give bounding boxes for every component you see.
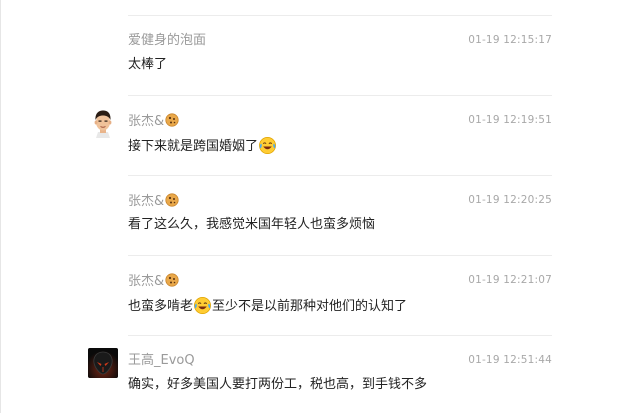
comment-timestamp: 01-19 12:21:07 xyxy=(468,274,552,286)
comment-username-text[interactable]: 张杰& xyxy=(128,114,164,129)
laughing-tears-emoji-icon xyxy=(194,297,211,314)
comment-username[interactable]: 张杰& xyxy=(128,193,179,210)
comment-item: 张杰& 01-19 12:19:51 接下来就是跨国婚姻了 xyxy=(0,96,625,176)
comment-username[interactable]: 爱健身的泡面 xyxy=(128,33,206,49)
comment-timestamp: 01-19 12:19:51 xyxy=(468,114,552,126)
comment-username-text[interactable]: 张杰& xyxy=(128,194,164,209)
comment-item: 爱健身的泡面 01-19 12:15:17 太棒了 xyxy=(0,16,625,96)
cookie-icon xyxy=(165,193,179,207)
comment-text-part: 至少不是以前那种对他们的认知了 xyxy=(212,299,408,314)
comment-timestamp: 01-19 12:15:17 xyxy=(468,34,552,46)
comment-username-text[interactable]: 张杰& xyxy=(128,274,164,289)
comment-text-part: 确实，好多美国人要打两份工，税也高，到手钱不多 xyxy=(128,377,428,392)
comment-username[interactable]: 王高_EvoQ xyxy=(128,353,195,369)
comment-username[interactable]: 张杰& xyxy=(128,273,179,290)
comment-text-part: 看了这么久，我感觉米国年轻人也蛮多烦恼 xyxy=(128,217,376,232)
comment-text-part: 也蛮多啃老 xyxy=(128,299,194,314)
comment-item: 张杰& 01-19 12:21:07 也蛮多啃老 至少不是以前那种对他们的认知了 xyxy=(0,256,625,336)
cookie-icon xyxy=(165,273,179,287)
comment-item: 王高_EvoQ 01-19 12:51:44 确实，好多美国人要打两份工，税也高… xyxy=(0,336,625,413)
comment-text-part: 太棒了 xyxy=(128,57,168,72)
comment-item: 张杰& 01-19 12:20:25 看了这么久，我感觉米国年轻人也蛮多烦恼 xyxy=(0,176,625,256)
comment-username[interactable]: 张杰& xyxy=(128,113,179,130)
comment-text-part: 接下来就是跨国婚姻了 xyxy=(128,139,259,154)
comment-text: 确实，好多美国人要打两份工，税也高，到手钱不多 xyxy=(128,376,427,394)
dark-alien-avatar[interactable] xyxy=(88,348,118,378)
comment-text: 接下来就是跨国婚姻了 xyxy=(128,136,277,156)
comment-text: 太棒了 xyxy=(128,56,167,74)
comment-timestamp: 01-19 12:20:25 xyxy=(468,194,552,206)
comment-timestamp: 01-19 12:51:44 xyxy=(468,354,552,366)
comment-text: 也蛮多啃老 至少不是以前那种对他们的认知了 xyxy=(128,296,407,316)
laughing-tears-emoji-icon xyxy=(259,137,276,154)
cartoon-man-avatar[interactable] xyxy=(88,108,118,138)
comment-text: 看了这么久，我感觉米国年轻人也蛮多烦恼 xyxy=(128,216,375,234)
cookie-icon xyxy=(165,113,179,127)
comment-thread: 爱健身的泡面 01-19 12:15:17 太棒了 张杰& 01-19 12:1… xyxy=(0,0,625,413)
